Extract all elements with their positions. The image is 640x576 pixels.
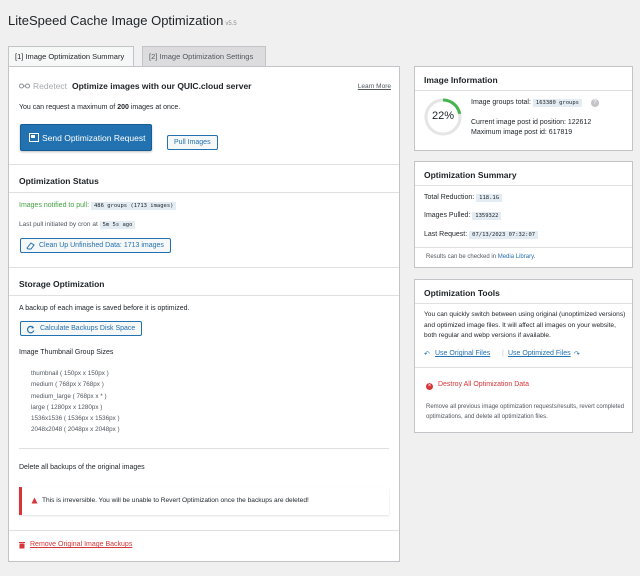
separator: | [502, 350, 504, 357]
size-item: medium ( 768px x 768px ) [31, 381, 104, 389]
use-original-link[interactable]: Use Original Files [435, 350, 490, 357]
current-position: Current image post id position: 122612 [471, 119, 592, 126]
notified-value: 486 groups (1713 images) [91, 202, 177, 210]
sizes-list: thumbnail ( 150px x 150px ) medium ( 768… [31, 368, 120, 436]
size-item: 2048x2048 ( 2048px x 2048px ) [31, 426, 120, 434]
image-info-title: Image Information [424, 75, 498, 85]
calculate-label: Calculate Backups Disk Space [40, 325, 136, 332]
version-label: v5.5 [225, 21, 237, 27]
divider [9, 295, 399, 296]
destroy-icon: × [426, 383, 433, 390]
warning-text: This is irreversible. You will be unable… [42, 497, 309, 504]
summary-title: Optimization Summary [424, 170, 517, 180]
divider [415, 247, 632, 248]
media-library-link[interactable]: Media Library [498, 254, 534, 260]
size-item: medium_large ( 768px x * ) [31, 392, 107, 400]
send-optimization-button[interactable]: Send Optimization Request [20, 124, 152, 151]
warning-icon [31, 497, 38, 504]
destroy-link[interactable]: Destroy All Optimization Data [438, 381, 529, 388]
tools-panel: Optimization Tools You can quickly switc… [414, 279, 633, 433]
last-pull-row: Last pull initiated by cron at 5m 5s ago [19, 221, 136, 229]
send-icon [29, 133, 39, 142]
trash-icon [19, 542, 25, 549]
tab-summary[interactable]: [1] Image Optimization Summary [8, 46, 134, 67]
delete-title: Delete all backups of the original image… [19, 464, 145, 471]
size-item: large ( 1280px x 1280px ) [31, 403, 103, 411]
divider [415, 185, 632, 186]
progress-percent: 22% [431, 110, 455, 122]
notified-label: Images notified to pull: [19, 202, 90, 209]
divider [9, 267, 399, 268]
last-request-row: Last Request: 07/13/2023 07:32:07 [424, 231, 539, 239]
results-note: Results can be checked in Media Library. [426, 254, 535, 260]
results-note-post: . [533, 254, 536, 260]
refresh-icon [26, 325, 35, 334]
redo-icon: ↷ [574, 351, 580, 358]
reduction-row: Total Reduction: 118.1G [424, 194, 503, 202]
groups-row: Image groups total: 163380 groups ? [471, 99, 599, 107]
divider [9, 530, 399, 531]
help-icon[interactable]: ? [590, 99, 599, 107]
clean-up-button[interactable]: Clean Up Unfinished Data: 1713 images [20, 238, 171, 253]
pulled-label: Images Pulled: [424, 212, 471, 219]
sizes-title: Image Thumbnail Group Sizes [19, 349, 114, 356]
remove-backups-link[interactable]: Remove Original Image Backups [30, 541, 132, 548]
size-item: 1536x1536 ( 1536px x 1536px ) [31, 415, 120, 423]
summary-panel: Redetect Optimize images with our QUIC.c… [8, 66, 400, 562]
pull-images-button[interactable]: Pull Images [167, 135, 218, 150]
tools-description: You can quickly switch between using ori… [424, 311, 626, 339]
backup-note: A backup of each image is saved before i… [19, 305, 190, 312]
tools-title: Optimization Tools [424, 288, 500, 298]
page-title: LiteSpeed Cache Image Optimization v5.5 [8, 13, 237, 28]
cloud-icon [19, 82, 30, 90]
divider [19, 448, 389, 449]
image-info-panel: Image Information 22% Image groups total… [414, 66, 633, 151]
warning-notice: This is irreversible. You will be unable… [19, 487, 389, 515]
groups-label: Image groups total: [471, 99, 531, 106]
undo-icon: ↶ [424, 351, 430, 358]
divider [415, 303, 632, 304]
calculate-backups-button[interactable]: Calculate Backups Disk Space [20, 321, 143, 336]
learn-more-link[interactable]: Learn More [358, 83, 391, 90]
notified-row: Images notified to pull: 486 groups (171… [19, 202, 177, 210]
remove-backups-row[interactable]: Remove Original Image Backups [19, 541, 132, 549]
tab-settings[interactable]: [2] Image Optimization Settings [142, 46, 266, 67]
last-pull-value: 5m 5s ago [99, 221, 136, 229]
pulled-value: 1359322 [472, 212, 502, 220]
summary-info-panel: Optimization Summary Total Reduction: 11… [414, 161, 633, 268]
redetect-link[interactable]: Redetect [33, 81, 67, 91]
max-post-id: Maximum image post id: 617819 [471, 129, 573, 136]
divider [9, 192, 399, 193]
last-request-label: Last Request: [424, 231, 468, 238]
max-request-text: You can request a maximum of 200 images … [19, 104, 180, 111]
destroy-row[interactable]: × Destroy All Optimization Data [426, 381, 529, 390]
send-button-label: Send Optimization Request [42, 133, 146, 143]
results-note-pre: Results can be checked in [426, 254, 497, 260]
destroy-description: Remove all previous image optimization r… [426, 404, 625, 420]
max-text-pre: You can request a maximum of [19, 104, 116, 111]
request-heading: Optimize images with our QUIC.cloud serv… [72, 81, 252, 91]
size-item: thumbnail ( 150px x 150px ) [31, 370, 109, 377]
reduction-value: 118.1G [476, 194, 503, 202]
storage-title: Storage Optimization [19, 279, 105, 289]
eraser-icon [26, 242, 35, 250]
groups-value: 163380 groups [532, 99, 582, 107]
divider [9, 164, 399, 165]
last-pull-label: Last pull initiated by cron at [19, 221, 98, 228]
divider [415, 90, 632, 91]
clean-up-label: Clean Up Unfinished Data: 1713 images [39, 242, 164, 249]
request-header: Redetect Optimize images with our QUIC.c… [19, 81, 391, 93]
last-request-value: 07/13/2023 07:32:07 [469, 231, 539, 239]
use-optimized-link[interactable]: Use Optimized Files [508, 350, 571, 357]
status-title: Optimization Status [19, 176, 99, 186]
divider [415, 367, 632, 368]
pulled-row: Images Pulled: 1359322 [424, 212, 502, 220]
max-text-post: images at once. [130, 104, 181, 111]
reduction-label: Total Reduction: [424, 194, 475, 201]
max-count: 200 [117, 104, 129, 111]
page-title-text: LiteSpeed Cache Image Optimization [8, 13, 224, 28]
progress-circle: 22% [423, 97, 463, 137]
